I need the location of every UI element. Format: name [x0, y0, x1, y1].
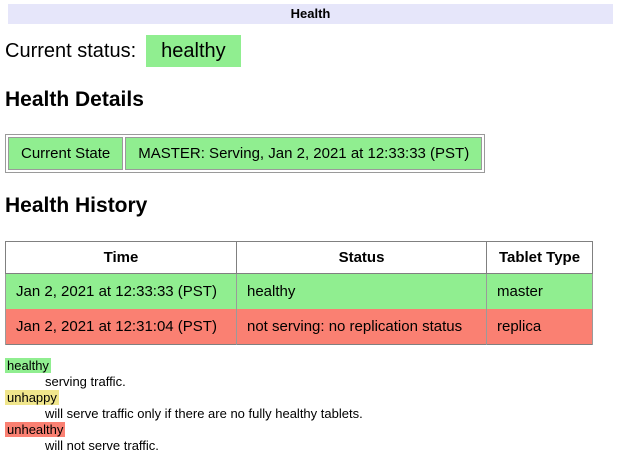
health-history-table: Time Status Tablet Type Jan 2, 2021 at 1…: [5, 241, 593, 345]
history-time-cell: Jan 2, 2021 at 12:33:33 (PST): [6, 274, 237, 310]
health-details-heading: Health Details: [5, 88, 616, 112]
history-tablet-type-cell: replica: [487, 309, 593, 345]
history-tablet-type-cell: master: [487, 274, 593, 310]
table-row: Current State MASTER: Serving, Jan 2, 20…: [8, 137, 482, 170]
history-status-cell: not serving: no replication status: [237, 309, 487, 345]
current-status-badge: healthy: [146, 35, 241, 67]
detail-key-cell: Current State: [8, 137, 123, 170]
history-time-cell: Jan 2, 2021 at 12:31:04 (PST): [6, 309, 237, 345]
detail-value-cell: MASTER: Serving, Jan 2, 2021 at 12:33:33…: [125, 137, 482, 170]
legend-term: unhealthy: [5, 422, 616, 438]
history-status-cell: healthy: [237, 274, 487, 310]
table-row: Jan 2, 2021 at 12:33:33 (PST) healthy ma…: [6, 274, 593, 310]
current-status-line: Current status: healthy: [5, 35, 616, 67]
table-header-row: Time Status Tablet Type: [6, 242, 593, 274]
column-header-time: Time: [6, 242, 237, 274]
legend-term: unhappy: [5, 390, 616, 406]
legend-term-chip-unhealthy: unhealthy: [5, 422, 65, 437]
health-details-table: Current State MASTER: Serving, Jan 2, 20…: [5, 134, 485, 173]
column-header-status: Status: [237, 242, 487, 274]
legend-description: serving traffic.: [45, 374, 616, 390]
legend-description: will serve traffic only if there are no …: [45, 406, 616, 422]
page-title: Health: [8, 4, 613, 24]
column-header-tablet-type: Tablet Type: [487, 242, 593, 274]
legend-term-chip-unhappy: unhappy: [5, 390, 59, 405]
table-row: Jan 2, 2021 at 12:31:04 (PST) not servin…: [6, 309, 593, 345]
current-status-label: Current status:: [5, 40, 136, 62]
status-legend: healthy serving traffic. unhappy will se…: [5, 358, 616, 454]
health-history-heading: Health History: [5, 194, 616, 218]
legend-term-chip-healthy: healthy: [5, 358, 51, 373]
legend-term: healthy: [5, 358, 616, 374]
